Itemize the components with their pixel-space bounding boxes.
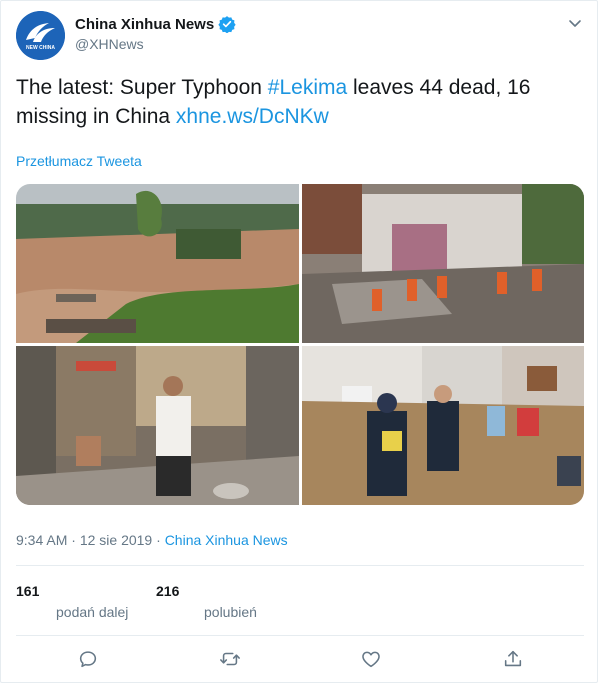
meta-separator: · [67, 532, 80, 548]
user-handle[interactable]: @XHNews [75, 36, 144, 52]
hashtag-link[interactable]: #Lekima [268, 76, 347, 99]
divider-top [16, 565, 584, 566]
photo-rescue-floodwater[interactable] [302, 346, 584, 505]
tweet-source[interactable]: China Xinhua News [165, 532, 288, 548]
retweet-icon [220, 652, 240, 666]
rescue-floodwater-image [302, 346, 584, 505]
media-grid [16, 184, 584, 505]
reply-button[interactable] [77, 648, 101, 672]
avatar[interactable]: NEW CHINA [16, 11, 65, 60]
retweets-count[interactable]: 161 [16, 583, 39, 599]
verified-badge-icon [218, 16, 236, 33]
chevron-down-icon[interactable] [567, 15, 583, 31]
share-button[interactable] [502, 648, 526, 672]
tweet-card: NEW CHINA China Xinhua News @XHNews The … [0, 0, 598, 683]
heart-icon [362, 651, 380, 668]
likes-count[interactable]: 216 [156, 583, 179, 599]
flood-river-image [16, 184, 299, 343]
author-name-row: China Xinhua News [75, 15, 236, 33]
share-icon [504, 650, 522, 667]
reply-icon [79, 651, 97, 668]
damaged-street-image [16, 346, 299, 505]
tweet-date[interactable]: 12 sie 2019 [80, 532, 152, 548]
likes-label[interactable]: polubień [204, 604, 257, 620]
xinhua-logo-icon: NEW CHINA [16, 11, 65, 60]
tweet-text-part1: The latest: Super Typhoon [16, 76, 268, 99]
avatar-caption: NEW CHINA [26, 45, 55, 51]
meta-separator-2: · [152, 532, 165, 548]
collapsed-building-image [302, 184, 584, 343]
photo-collapsed-building[interactable] [302, 184, 584, 343]
url-link[interactable]: xhne.ws/DcNKw [176, 105, 329, 128]
divider-bottom [16, 635, 584, 636]
photo-damaged-street[interactable] [16, 346, 299, 505]
like-button[interactable] [360, 648, 384, 672]
tweet-meta: 9:34 AM · 12 sie 2019 · China Xinhua New… [16, 532, 288, 548]
tweet-time[interactable]: 9:34 AM [16, 532, 67, 548]
retweets-label[interactable]: podań dalej [56, 604, 128, 620]
display-name[interactable]: China Xinhua News [75, 16, 214, 33]
photo-flooded-river[interactable] [16, 184, 299, 343]
retweet-button[interactable] [219, 648, 243, 672]
tweet-text: The latest: Super Typhoon #Lekima leaves… [16, 73, 581, 131]
translate-tweet-link[interactable]: Przetłumacz Tweeta [16, 153, 142, 169]
